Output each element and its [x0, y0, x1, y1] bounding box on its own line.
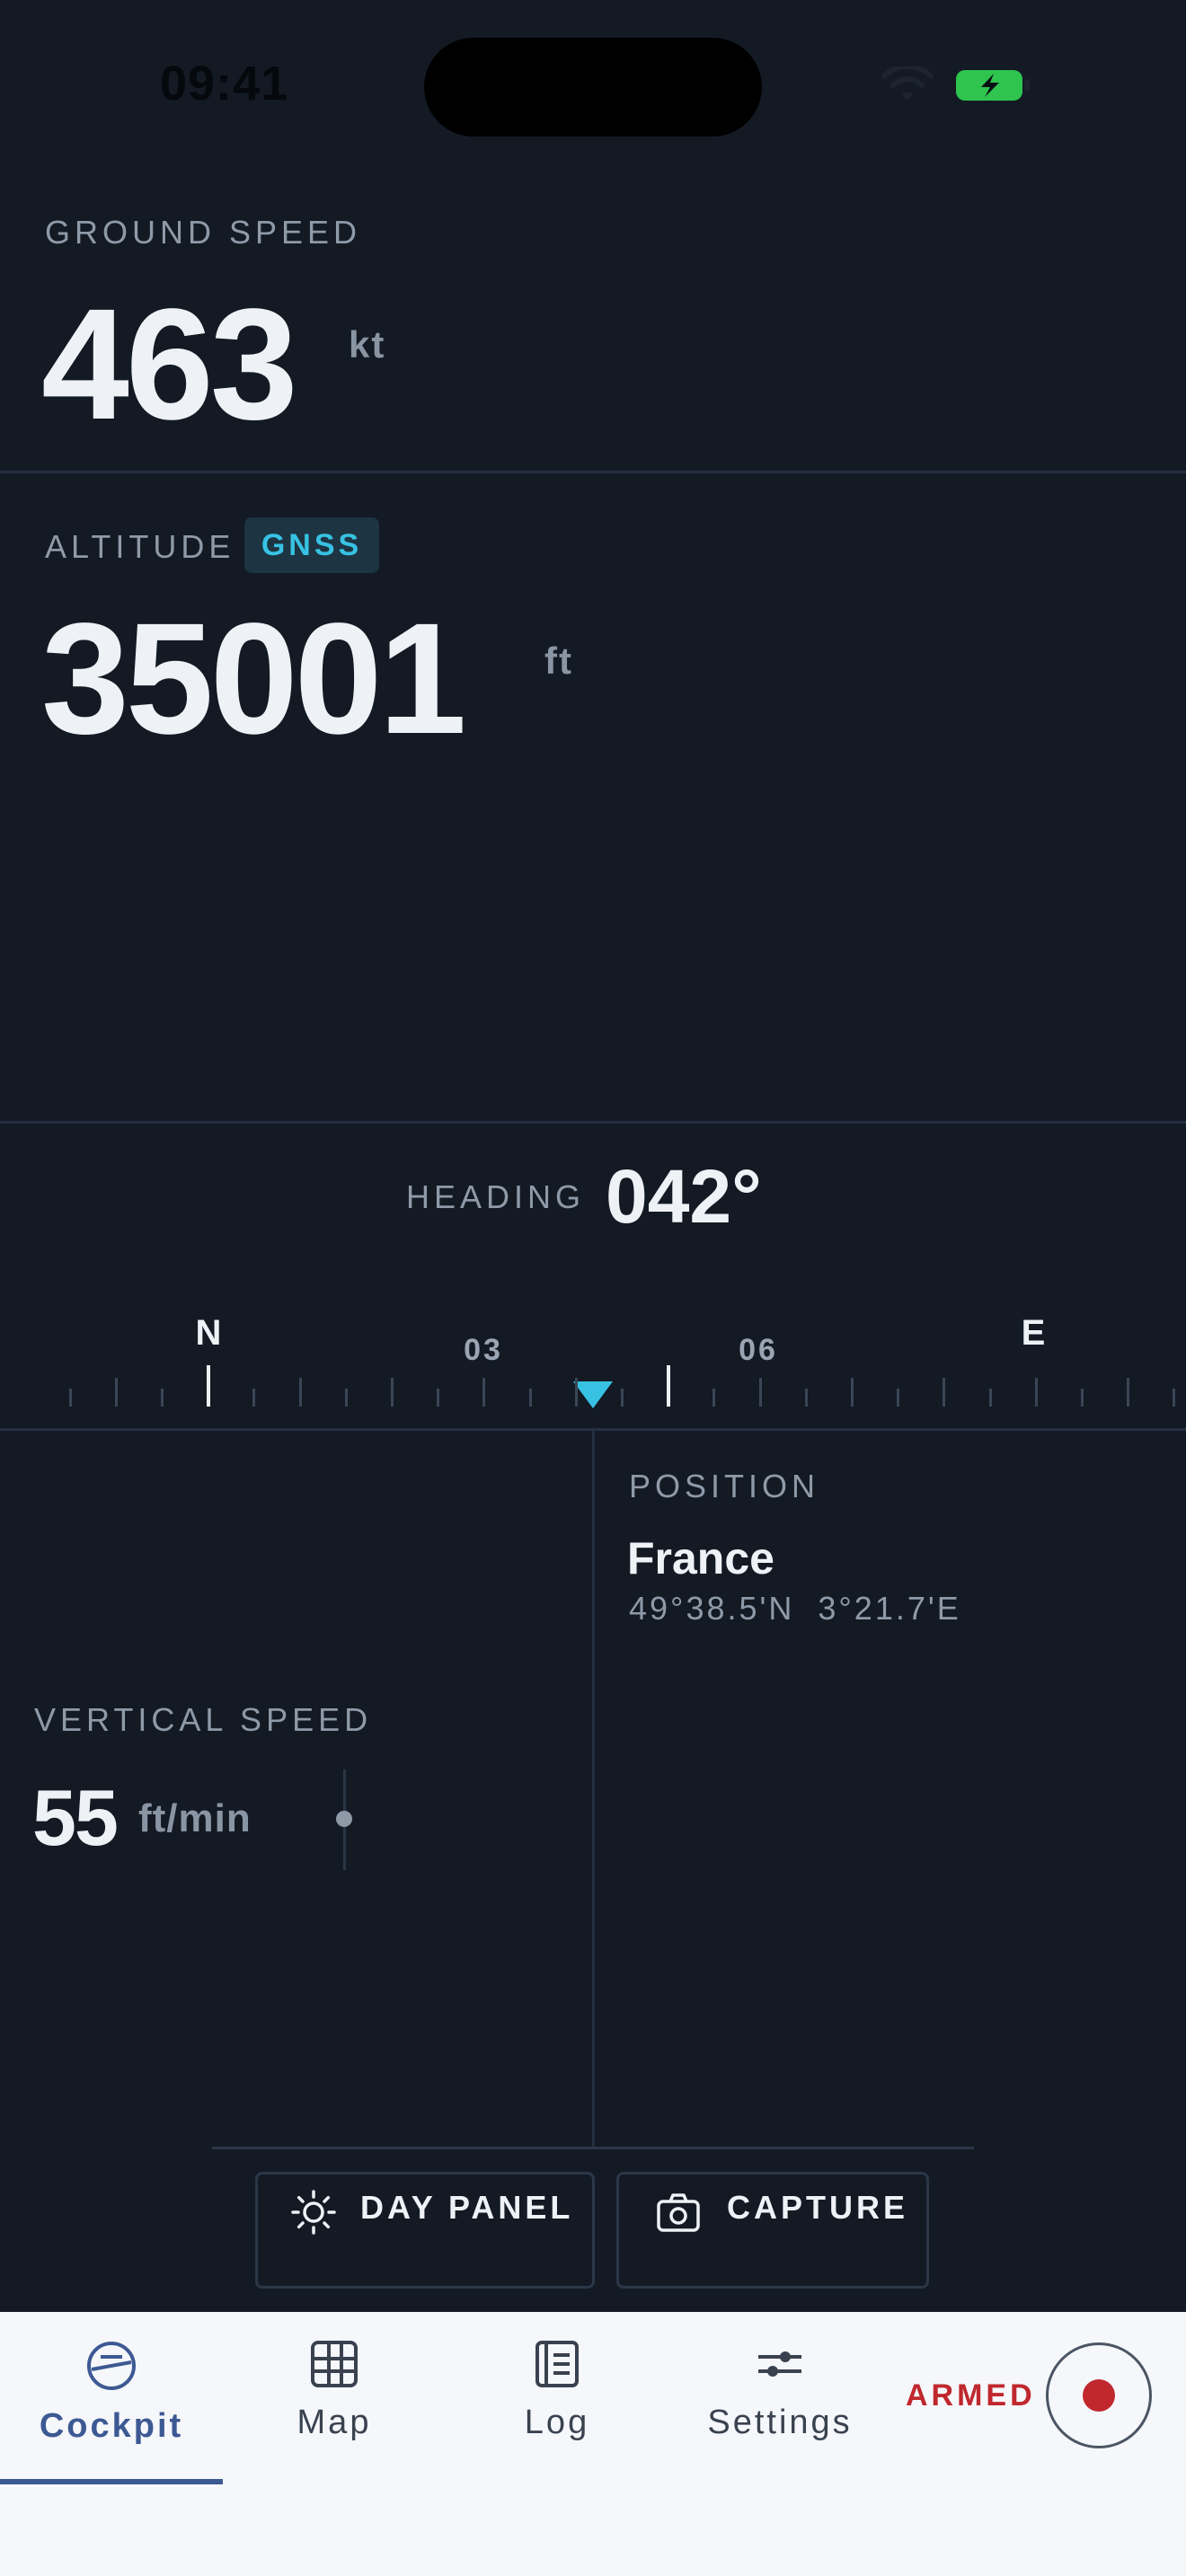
- tab-label: Map: [296, 2404, 372, 2441]
- cockpit-icon: [87, 2342, 136, 2390]
- tape-tick: [528, 1389, 532, 1407]
- tape-tick: [437, 1389, 440, 1407]
- heading-tape[interactable]: N 03 06 E: [0, 1293, 1186, 1410]
- vertical-speed-label: VERTICAL SPEED: [34, 1701, 373, 1738]
- tape-tick: [897, 1389, 900, 1407]
- tab-label: Settings: [707, 2404, 853, 2441]
- tape-tick: [1127, 1378, 1130, 1407]
- tape-tick: [850, 1378, 854, 1407]
- tab-label: Log: [524, 2404, 590, 2441]
- divider: [212, 2147, 974, 2149]
- position-country: France: [627, 1533, 774, 1584]
- ground-speed-label: GROUND SPEED: [45, 214, 362, 251]
- tape-tick: [160, 1389, 164, 1407]
- day-panel-button[interactable]: DAY PANEL: [255, 2172, 595, 2289]
- settings-icon: [758, 2351, 801, 2377]
- map-icon: [311, 2341, 358, 2387]
- status-time: 09:41: [160, 57, 289, 110]
- sun-icon: [291, 2190, 336, 2235]
- vertical-speed-unit: ft/min: [138, 1796, 252, 1840]
- capture-label: CAPTURE: [727, 2189, 909, 2226]
- tab-cockpit[interactable]: Cockpit: [0, 2312, 223, 2483]
- armed-status: ARMED: [906, 2378, 1036, 2413]
- altitude-value: 35001: [41, 591, 466, 767]
- gnss-source-badge: GNSS: [244, 517, 379, 573]
- tape-tick: [620, 1389, 624, 1407]
- divider: [0, 1121, 1186, 1124]
- heading-mark-06: 06: [739, 1333, 778, 1367]
- tab-settings[interactable]: Settings: [668, 2312, 891, 2483]
- tape-major-tick: [666, 1365, 670, 1407]
- altitude-label: ALTITUDE: [45, 528, 235, 565]
- tab-log[interactable]: Log: [446, 2312, 668, 2483]
- day-panel-label: DAY PANEL: [360, 2189, 574, 2226]
- camera-icon: [657, 2193, 700, 2232]
- heading-label: HEADING: [406, 1178, 586, 1215]
- tape-tick: [482, 1378, 486, 1407]
- battery-icon: [956, 70, 1030, 101]
- position-coordinates: 49°38.5'N 3°21.7'E: [629, 1590, 961, 1627]
- capture-button[interactable]: CAPTURE: [616, 2172, 929, 2289]
- ground-speed-unit: kt: [349, 323, 386, 366]
- tape-tick: [68, 1389, 72, 1407]
- tape-tick: [943, 1378, 946, 1407]
- heading-pointer-icon: [573, 1381, 613, 1408]
- vertical-divider: [592, 1430, 595, 2147]
- tape-tick: [1173, 1389, 1176, 1407]
- record-icon: [1083, 2379, 1115, 2412]
- tape-tick: [298, 1378, 302, 1407]
- tape-tick: [114, 1378, 118, 1407]
- vertical-speed-value: 55: [32, 1773, 119, 1862]
- bottom-nav: Cockpit Map Log Settings: [0, 2312, 1186, 2576]
- tab-map[interactable]: Map: [223, 2312, 446, 2483]
- heading-mark-03: 03: [464, 1333, 503, 1367]
- ground-speed-value: 463: [41, 277, 298, 453]
- tape-major-tick: [206, 1365, 210, 1407]
- tape-tick: [712, 1389, 716, 1407]
- wifi-icon: [881, 66, 934, 101]
- divider: [0, 471, 1186, 473]
- tape-tick: [1080, 1389, 1084, 1407]
- vsi-indicator-icon: [336, 1811, 352, 1827]
- tab-label: Cockpit: [39, 2407, 184, 2445]
- tape-tick: [390, 1378, 394, 1407]
- tape-tick: [804, 1389, 808, 1407]
- log-icon: [535, 2341, 579, 2387]
- heading-value: 042°: [606, 1154, 762, 1239]
- tape-tick: [1034, 1378, 1038, 1407]
- cardinal-e: E: [1021, 1313, 1046, 1353]
- record-button[interactable]: [1046, 2342, 1152, 2448]
- cardinal-n: N: [195, 1313, 222, 1353]
- position-label: POSITION: [629, 1468, 820, 1504]
- tape-tick: [574, 1378, 578, 1407]
- tape-tick: [252, 1389, 256, 1407]
- altitude-unit: ft: [544, 640, 573, 682]
- tape-tick: [988, 1389, 992, 1407]
- tape-tick: [758, 1378, 762, 1407]
- active-tab-indicator: [0, 2479, 223, 2484]
- dynamic-island: [424, 38, 762, 137]
- tape-tick: [344, 1389, 348, 1407]
